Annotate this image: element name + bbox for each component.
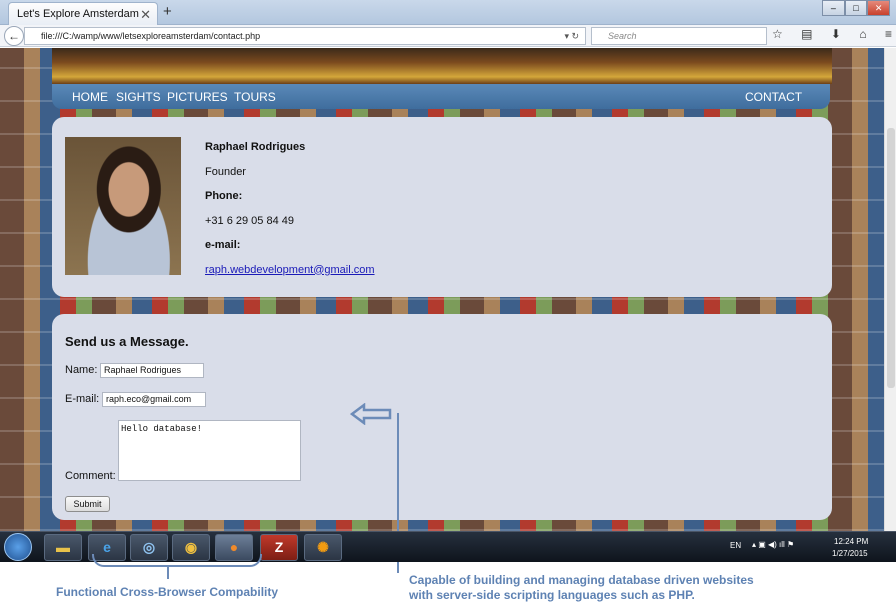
web-page: HOME SIGHTS PICTURES TOURS CONTACT Rapha… <box>0 48 884 531</box>
nav-pictures[interactable]: PICTURES <box>167 90 228 104</box>
site-banner-image <box>52 48 832 84</box>
scrollbar-thumb[interactable] <box>887 128 895 388</box>
contact-card: Raphael Rodrigues Founder Phone: +31 6 2… <box>52 117 832 297</box>
contact-info: Raphael Rodrigues Founder Phone: +31 6 2… <box>205 141 375 288</box>
email-label: e-mail: <box>205 239 241 251</box>
nav-sights[interactable]: SIGHTS <box>116 90 161 104</box>
address-bar[interactable]: file:///C:/wamp/www/letsexploreamsterdam… <box>24 27 586 45</box>
menu-icon[interactable]: ≡ <box>885 27 892 45</box>
comment-label: Comment: <box>65 470 116 482</box>
tab-title: Let's Explore Amsterdam <box>17 8 139 20</box>
close-icon[interactable]: ✕ <box>140 7 151 23</box>
email-field-label: E-mail: <box>65 393 100 405</box>
caption-database-line1: Capable of building and managing databas… <box>409 573 754 587</box>
minimize-button[interactable]: – <box>822 0 845 16</box>
reading-list-icon[interactable]: ▤ <box>801 27 812 45</box>
message-form: Send us a Message. Name: Raphael Rodrigu… <box>52 314 832 520</box>
profile-photo <box>65 137 181 275</box>
tray-icons[interactable]: ▴ ▣ ◀) ıll ⚑ <box>752 540 794 549</box>
browser-toolbar: ← file:///C:/wamp/www/letsexploreamsterd… <box>0 25 896 47</box>
download-icon[interactable]: ⬇ <box>831 27 841 45</box>
window-controls: – □ ✕ <box>822 0 891 16</box>
url-text: file:///C:/wamp/www/letsexploreamsterdam… <box>41 31 261 41</box>
browser-tools: ☆ ▤ ⬇ ⌂ ≡ <box>772 27 892 45</box>
home-icon[interactable]: ⌂ <box>859 27 866 45</box>
nav-tours[interactable]: TOURS <box>234 90 276 104</box>
search-input[interactable]: Search <box>591 27 767 45</box>
annotation-bracket-tick <box>167 567 169 579</box>
annotation-bracket <box>92 554 262 567</box>
email-link[interactable]: raph.webdevelopment@gmail.com <box>205 264 375 289</box>
submit-button[interactable]: Submit <box>65 496 110 512</box>
browser-tab[interactable]: Let's Explore Amsterdam ✕ <box>8 2 158 25</box>
folder-icon[interactable]: ▬ <box>44 534 82 561</box>
wamp-icon[interactable]: ✺ <box>304 534 342 561</box>
phone-number: +31 6 29 05 84 49 <box>205 214 294 227</box>
page-scrollbar[interactable] <box>884 48 896 531</box>
filezilla-icon[interactable]: Z <box>260 534 298 561</box>
left-arrow-icon <box>350 403 392 425</box>
nav-home[interactable]: HOME <box>72 90 108 104</box>
site-navigation: HOME SIGHTS PICTURES TOURS CONTACT <box>52 84 830 109</box>
name-field[interactable]: Raphael Rodrigues <box>100 363 204 378</box>
caption-database-line2: with server-side scripting languages suc… <box>409 588 695 602</box>
start-button[interactable] <box>4 533 32 561</box>
back-button[interactable]: ← <box>4 26 24 46</box>
clock-date[interactable]: 1/27/2015 <box>832 549 868 558</box>
system-tray: EN ▴ ▣ ◀) ıll ⚑ 12:24 PM 1/27/2015 <box>726 532 896 562</box>
form-title: Send us a Message. <box>65 334 189 349</box>
maximize-button[interactable]: □ <box>844 0 868 16</box>
bookmark-star-icon[interactable]: ☆ <box>772 27 783 45</box>
reload-icon[interactable]: ▾ ↻ <box>564 28 579 44</box>
new-tab-icon[interactable]: + <box>163 3 172 20</box>
caption-cross-browser: Functional Cross-Browser Compability <box>56 585 279 599</box>
email-field[interactable]: raph.eco@gmail.com <box>102 392 206 407</box>
comment-textarea[interactable]: Hello database! <box>118 420 301 481</box>
contact-role: Founder <box>205 165 246 178</box>
search-placeholder: Search <box>608 31 637 41</box>
clock-time[interactable]: 12:24 PM <box>834 537 868 546</box>
language-indicator[interactable]: EN <box>730 541 741 550</box>
caption-database: Capable of building and managing databas… <box>409 573 829 603</box>
nav-contact[interactable]: CONTACT <box>745 90 802 104</box>
contact-name: Raphael Rodrigues <box>205 141 306 153</box>
name-label: Name: <box>65 364 98 376</box>
close-window-button[interactable]: ✕ <box>867 0 891 16</box>
browser-tab-bar: Let's Explore Amsterdam ✕ + – □ ✕ <box>0 0 896 25</box>
phone-label: Phone: <box>205 190 243 202</box>
